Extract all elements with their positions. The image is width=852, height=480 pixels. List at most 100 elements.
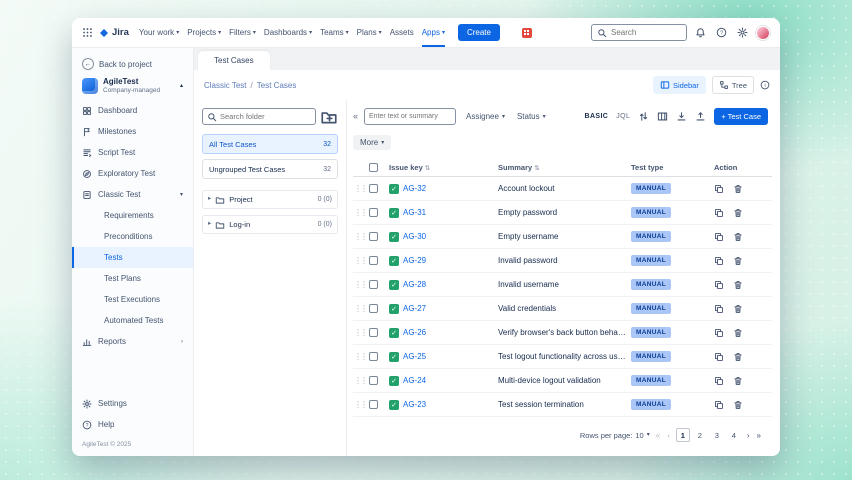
nav-item-apps[interactable]: Apps▾ [418,18,449,47]
tab-test-cases[interactable]: Test Cases [198,51,270,70]
folder-project[interactable]: ▸Project0 (0) [202,190,338,209]
nav-item-projects[interactable]: Projects▾ [183,18,225,47]
folder-log-in[interactable]: ▸Log-in0 (0) [202,215,338,234]
columns-icon[interactable] [657,111,668,122]
row-checkbox[interactable] [369,280,378,289]
folder-all-test-cases[interactable]: All Test Cases32 [202,134,338,154]
breadcrumb-classic-test[interactable]: Classic Test [204,81,247,90]
app-switcher-icon[interactable] [82,27,93,38]
row-checkbox[interactable] [369,256,378,265]
copy-icon[interactable] [714,208,724,218]
trash-icon[interactable] [733,376,743,386]
row-summary[interactable]: Test session termination [498,400,628,409]
page-3-button[interactable]: 3 [710,428,724,442]
sidebar-toggle-button[interactable]: Sidebar [653,76,706,94]
row-summary[interactable]: Account lockout [498,184,628,193]
jira-logo[interactable]: Jira [99,27,129,38]
page-2-button[interactable]: 2 [693,428,707,442]
sidebar-item-reports[interactable]: Reports› [72,331,193,352]
back-to-project-button[interactable]: ← Back to project [72,54,193,74]
sidebar-item-preconditions[interactable]: Preconditions [72,226,193,247]
filter-assignee[interactable]: Assignee▾ [462,109,509,124]
issue-key-link[interactable]: AG-26 [403,328,426,337]
nav-item-filters[interactable]: Filters▾ [225,18,260,47]
add-test-case-button[interactable]: + Test Case [714,108,768,125]
row-checkbox[interactable] [369,328,378,337]
drag-handle[interactable]: ⋮⋮ [353,184,366,193]
trash-icon[interactable] [733,232,743,242]
folder-ungrouped-test-cases[interactable]: Ungrouped Test Cases32 [202,159,338,179]
col-summary[interactable]: Summary ⇅ [498,163,628,172]
copy-icon[interactable] [714,232,724,242]
nav-item-your-work[interactable]: Your work▾ [135,18,183,47]
trash-icon[interactable] [733,280,743,290]
sidebar-item-tests[interactable]: Tests [72,247,193,268]
row-checkbox[interactable] [369,184,378,193]
nav-item-teams[interactable]: Teams▾ [316,18,353,47]
next-page-button[interactable]: › [746,431,751,440]
mode-jql-button[interactable]: JQL [616,113,630,120]
help-icon[interactable]: ? [714,25,729,40]
row-checkbox[interactable] [369,232,378,241]
settings-icon[interactable] [735,25,750,40]
trash-icon[interactable] [733,400,743,410]
row-summary[interactable]: Verify browser's back button behavi... [498,328,628,337]
copy-icon[interactable] [714,328,724,338]
row-checkbox[interactable] [369,400,378,409]
copy-icon[interactable] [714,352,724,362]
copy-icon[interactable] [714,280,724,290]
issue-key-link[interactable]: AG-27 [403,304,426,313]
tree-toggle-button[interactable]: Tree [712,76,754,94]
drag-handle[interactable]: ⋮⋮ [353,256,366,265]
issue-key-link[interactable]: AG-31 [403,208,426,217]
sidebar-item-test-executions[interactable]: Test Executions [72,289,193,310]
more-filters-button[interactable]: More ▾ [353,135,391,150]
mode-basic-button[interactable]: BASIC [584,113,608,120]
sidebar-item-settings[interactable]: Settings [72,393,193,414]
sidebar-item-dashboard[interactable]: Dashboard [72,100,193,121]
folder-search-input[interactable] [220,112,311,121]
sidebar-item-automated-tests[interactable]: Automated Tests [72,310,193,331]
collapse-folder-panel-button[interactable]: « [353,112,358,121]
avatar[interactable] [756,26,770,40]
sidebar-item-test-plans[interactable]: Test Plans [72,268,193,289]
last-page-button[interactable]: » [756,431,762,440]
copy-icon[interactable] [714,184,724,194]
row-summary[interactable]: Test logout functionality across user ..… [498,352,628,361]
copy-icon[interactable] [714,400,724,410]
issue-key-link[interactable]: AG-29 [403,256,426,265]
project-header[interactable]: AgileTest Company-managed ▴ [72,74,193,100]
page-1-button[interactable]: 1 [676,428,690,442]
notifications-icon[interactable] [693,25,708,40]
trash-icon[interactable] [733,304,743,314]
issue-key-link[interactable]: AG-30 [403,232,426,241]
issue-key-link[interactable]: AG-23 [403,400,426,409]
copy-icon[interactable] [714,256,724,266]
row-checkbox[interactable] [369,376,378,385]
sidebar-item-exploratory-test[interactable]: Exploratory Test [72,163,193,184]
prev-page-button[interactable]: ‹ [666,431,671,440]
row-checkbox[interactable] [369,352,378,361]
sidebar-item-requirements[interactable]: Requirements [72,205,193,226]
select-all-checkbox[interactable] [369,163,378,172]
drag-handle[interactable]: ⋮⋮ [353,232,366,241]
issue-key-link[interactable]: AG-32 [403,184,426,193]
upload-icon[interactable] [695,111,706,122]
download-icon[interactable] [676,111,687,122]
sidebar-item-milestones[interactable]: Milestones [72,121,193,142]
drag-handle[interactable]: ⋮⋮ [353,400,366,409]
drag-handle[interactable]: ⋮⋮ [353,208,366,217]
issue-key-link[interactable]: AG-25 [403,352,426,361]
issue-key-link[interactable]: AG-28 [403,280,426,289]
drag-handle[interactable]: ⋮⋮ [353,304,366,313]
issue-key-link[interactable]: AG-24 [403,376,426,385]
row-summary[interactable]: Empty username [498,232,628,241]
navbar-search-input[interactable] [611,28,683,37]
red-app-icon[interactable] [522,28,532,38]
nav-item-plans[interactable]: Plans▾ [353,18,386,47]
sidebar-item-classic-test[interactable]: Classic Test▾ [72,184,193,205]
drag-handle[interactable]: ⋮⋮ [353,352,366,361]
drag-handle[interactable]: ⋮⋮ [353,376,366,385]
sidebar-item-help[interactable]: ?Help [72,414,193,435]
trash-icon[interactable] [733,352,743,362]
